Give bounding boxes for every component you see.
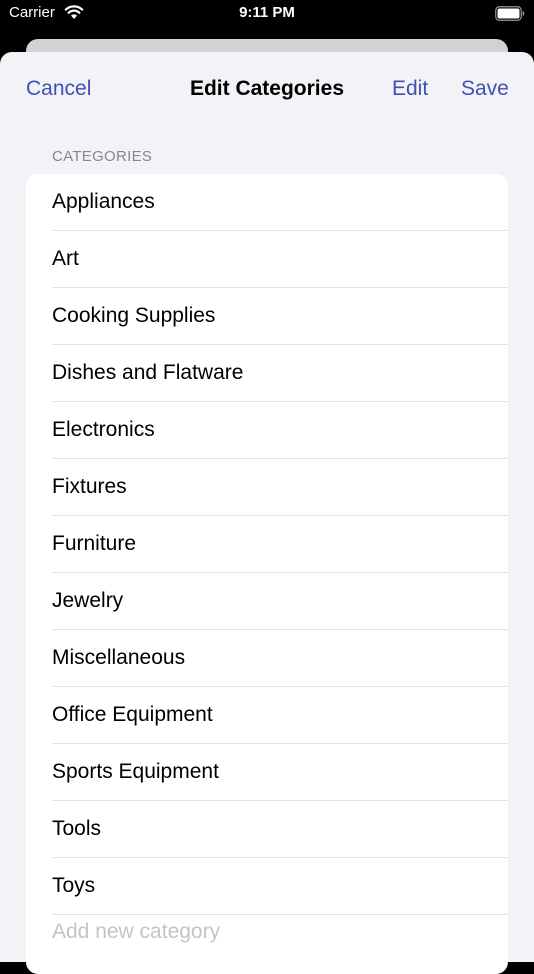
- category-label: Appliances: [52, 190, 155, 213]
- list-item[interactable]: Electronics: [26, 402, 508, 459]
- list-item[interactable]: Appliances: [26, 174, 508, 231]
- edit-button[interactable]: Edit: [392, 77, 428, 101]
- category-label: Tools: [52, 817, 102, 840]
- save-button[interactable]: Save: [461, 77, 509, 101]
- category-label: Fixtures: [52, 475, 127, 498]
- list-item[interactable]: Jewelry: [26, 573, 508, 630]
- category-label: Sports Equipment: [52, 760, 219, 783]
- status-time: 9:11 PM: [239, 4, 295, 21]
- list-item[interactable]: Office Equipment: [26, 687, 508, 744]
- category-label: Toys: [52, 874, 96, 897]
- page-title: Edit Categories: [189, 77, 345, 100]
- category-label: Jewelry: [52, 589, 124, 612]
- category-list: Appliances Art Cooking Supplies Dishes a…: [26, 174, 508, 974]
- category-label: Miscellaneous: [52, 646, 186, 669]
- list-item[interactable]: Dishes and Flatware: [26, 345, 508, 402]
- category-label: Dishes and Flatware: [52, 361, 244, 384]
- modal-sheet: Cancel Edit Categories Edit Save CATEGOR…: [0, 52, 534, 974]
- category-label: Art: [52, 247, 79, 270]
- add-category-input[interactable]: [52, 917, 472, 947]
- list-item[interactable]: Toys: [26, 858, 508, 915]
- category-label: Furniture: [52, 532, 137, 555]
- list-item[interactable]: Sports Equipment: [26, 744, 508, 801]
- list-item[interactable]: Tools: [26, 801, 508, 858]
- list-item[interactable]: Furniture: [26, 516, 508, 573]
- list-item[interactable]: Cooking Supplies: [26, 288, 508, 345]
- category-label: Electronics: [52, 418, 155, 441]
- battery-icon: [495, 6, 525, 21]
- list-item[interactable]: Fixtures: [26, 459, 508, 516]
- list-item[interactable]: Art: [26, 231, 508, 288]
- status-bar: Carrier 9:11 PM: [0, 0, 534, 30]
- section-header: CATEGORIES: [52, 148, 153, 165]
- category-label: Office Equipment: [52, 703, 213, 726]
- category-label: Cooking Supplies: [52, 304, 216, 327]
- list-item[interactable]: Miscellaneous: [26, 630, 508, 687]
